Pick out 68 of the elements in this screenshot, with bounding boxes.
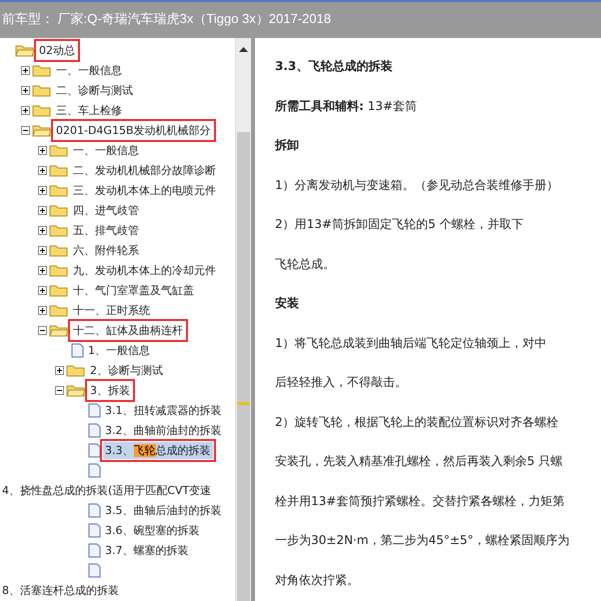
expand-icon[interactable] — [21, 66, 30, 74]
expand-icon[interactable] — [38, 186, 47, 194]
tree-item[interactable]: 一、一般信息 — [71, 142, 141, 158]
expand-icon[interactable] — [38, 266, 47, 274]
tree-item[interactable]: 三、车上检修 — [54, 102, 124, 118]
scrollbar-thumb[interactable] — [237, 132, 250, 601]
expand-icon[interactable] — [38, 166, 47, 174]
tree-item[interactable]: 十、气门室罩盖及气缸盖 — [71, 282, 196, 298]
tree-item[interactable]: 3.1、扭转减震器的拆装 — [103, 402, 224, 418]
document-icon — [71, 342, 84, 358]
tree-item[interactable]: 四、进气歧管 — [71, 202, 141, 218]
tree-item[interactable]: 2、诊断与测试 — [88, 362, 165, 378]
document-icon — [88, 462, 101, 478]
tree-item[interactable]: 3.6、碗型塞的拆装 — [103, 522, 202, 538]
section-heading: 3.3、飞轮总成的拆装 — [275, 58, 394, 75]
tree-item[interactable]: 3.5、曲轴后油封的拆装 — [103, 502, 224, 518]
paragraph: 所需工具和辅料: 13#套筒 — [275, 98, 418, 114]
expand-icon[interactable] — [55, 366, 64, 374]
expand-icon[interactable] — [38, 226, 47, 234]
tree-item[interactable]: 3、拆装 — [88, 382, 132, 398]
tree-item[interactable]: 0201-D4G15B发动机机械部分 — [54, 122, 212, 138]
paragraph: 后轻轻推入，不得敲击。 — [275, 374, 408, 391]
expand-icon[interactable] — [21, 86, 30, 94]
expand-icon[interactable] — [38, 206, 47, 214]
paragraph: 飞轮总成。 — [275, 256, 336, 272]
scroll-up-icon[interactable] — [239, 46, 248, 52]
collapse-icon[interactable] — [21, 126, 30, 134]
tree-item[interactable]: 二、诊断与测试 — [54, 82, 135, 98]
section-heading: 拆卸 — [275, 137, 300, 154]
tree-item[interactable]: 3.2、曲轴前油封的拆装 — [103, 422, 224, 438]
document-icon — [88, 442, 101, 458]
tree-item[interactable]: 1、一般信息 — [86, 342, 152, 358]
window-title: 前车型： 厂家:Q-奇瑞汽车瑞虎3x（Tiggo 3x）2017-2018 — [2, 11, 331, 26]
document-icon — [88, 502, 101, 518]
tree-item[interactable]: 3.7、螺塞的拆装 — [103, 542, 190, 558]
tree-item[interactable]: 九、发动机本体上的冷却元件 — [71, 262, 218, 278]
section-heading: 安装 — [275, 295, 300, 312]
expand-icon[interactable] — [38, 246, 47, 254]
expand-icon[interactable] — [38, 286, 47, 294]
document-icon — [88, 542, 101, 558]
tree-item[interactable]: 一、一般信息 — [54, 62, 124, 78]
expand-icon[interactable] — [21, 106, 30, 114]
tree-item[interactable]: 十一、正时系统 — [71, 302, 152, 318]
expand-icon[interactable] — [38, 306, 47, 314]
paragraph: 2）用13#筒拆卸固定飞轮的5 个螺栓，并取下 — [275, 216, 524, 233]
collapse-icon[interactable] — [55, 386, 64, 394]
tree-item[interactable]: 三、发动机本体上的电喷元件 — [71, 182, 218, 198]
tree-item[interactable]: 02动总 — [37, 42, 77, 58]
document-icon — [88, 422, 101, 438]
scrollbar[interactable] — [235, 38, 251, 601]
tree-item-label[interactable]: 8、活塞连杆总成的拆装 — [0, 582, 121, 598]
expand-icon[interactable] — [38, 146, 47, 154]
tree-item[interactable]: 五、排气歧管 — [71, 222, 141, 238]
paragraph: 安装孔，先装入精基准孔螺栓，然后再装入剩余5 只螺 — [275, 453, 564, 470]
paragraph: 一步为30±2N·m，第二步为45°±5°，螺栓紧固顺序为 — [275, 532, 570, 549]
paragraph: 栓并用13#套筒预拧紧螺栓。交替拧紧各螺栓，力矩第 — [275, 492, 566, 510]
paragraph: 1）分离发动机与变速箱。（参见动总合装维修手册） — [275, 176, 560, 194]
document-icon — [88, 562, 101, 578]
document-icon — [88, 402, 101, 418]
paragraph: 对角依次拧紧。 — [275, 572, 360, 588]
tree-item[interactable]: 二、发动机机械部分故障诊断 — [71, 162, 218, 178]
document-icon — [88, 522, 101, 538]
tree-item[interactable]: 六、附件轮系 — [71, 242, 141, 258]
paragraph: 2）旋转飞轮，根据飞轮上的装配位置标识对齐各螺栓 — [275, 414, 560, 430]
paragraph: 1）将飞轮总成装到曲轴后端飞轮定位轴颈上，对中 — [275, 334, 548, 352]
tree-item[interactable]: 十二、缸体及曲柄连杆 — [71, 322, 185, 338]
collapse-icon[interactable] — [38, 326, 47, 334]
tree-item-label[interactable]: 4、挠性盘总成的拆装(适用于匹配CVT变速 — [0, 482, 214, 498]
